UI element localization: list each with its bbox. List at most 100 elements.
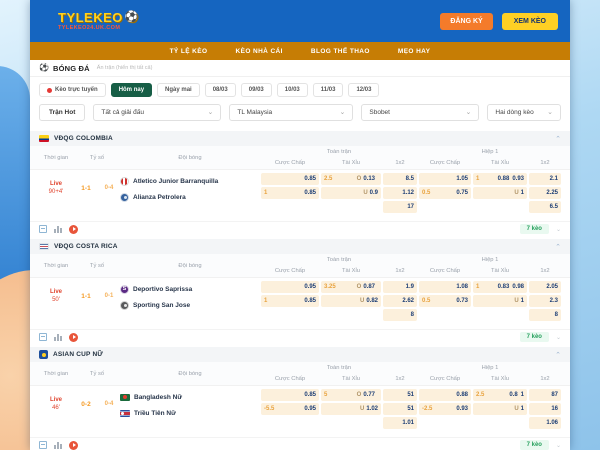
- odds-cell-h1-over[interactable]: 1 0.83 0.98: [473, 281, 527, 293]
- nav-item-keo-nha-cai[interactable]: KÈO NHÀ CÁI: [235, 48, 282, 55]
- more-odds-button[interactable]: 7 kèo: [519, 224, 549, 234]
- odds-cell-ft-under[interactable]: U 0.9: [321, 187, 381, 199]
- chevron-down-icon: ⌄: [207, 109, 214, 116]
- view-odds-button[interactable]: XEM KÈO: [501, 12, 558, 30]
- odds-cell-h1-over[interactable]: 2.5 0.8 1: [473, 389, 527, 401]
- bookmaker-select[interactable]: Sbobet ⌄: [361, 104, 480, 121]
- odds-cell-h1-1x2-home[interactable]: 87: [529, 389, 561, 401]
- h1-1x2-column: 2.05 2.3 8: [528, 280, 562, 327]
- odds-cell-h1-1x2-home[interactable]: 2.1: [529, 173, 561, 185]
- col-header-handicap: Cược Chấp: [274, 160, 306, 167]
- odds-cell-h1-1x2-draw[interactable]: 6.5: [529, 201, 561, 213]
- chevron-down-icon[interactable]: ⌄: [556, 226, 561, 233]
- match-score-secondary: 0-1: [104, 293, 114, 299]
- league-header[interactable]: VĐQG COLOMBIA ⌃: [30, 131, 570, 146]
- more-odds-button[interactable]: 7 kèo: [519, 440, 549, 450]
- away-team[interactable]: Sporting San Jose: [120, 300, 260, 310]
- home-team[interactable]: Atletico Junior Barranquilla: [120, 176, 260, 186]
- chevron-up-icon[interactable]: ⌃: [555, 135, 561, 143]
- odds-cell-h1-under[interactable]: U1: [473, 187, 527, 199]
- betting-site-page: TYLEKEO ⚽ TYLEKEO24.UK.COM ĐĂNG KÝ XEM KÈ…: [30, 0, 570, 450]
- odds-cell-h1-hcap-away[interactable]: -2.5 0.93: [419, 403, 471, 415]
- odds-cell-ft-1x2-away[interactable]: 1.12: [383, 187, 417, 199]
- odds-cell-ft-1x2-away[interactable]: 2.62: [383, 295, 417, 307]
- sport-section-bar: ⚽ BÓNG ĐÁ Ẩn trận (hiển thị tất cả): [30, 60, 570, 77]
- col-header-1x2: 1x2: [395, 160, 405, 167]
- chevron-up-icon[interactable]: ⌃: [555, 351, 561, 359]
- odds-type-select[interactable]: TL Malaysia ⌄: [229, 104, 354, 121]
- lineup-icon[interactable]: [39, 333, 47, 341]
- odds-cell-ft-1x2-home[interactable]: 8.5: [383, 173, 417, 185]
- odds-cell-h1-1x2-home[interactable]: 2.05: [529, 281, 561, 293]
- live-stream-icon[interactable]: [69, 224, 78, 234]
- home-team[interactable]: Deportivo Saprissa: [120, 284, 260, 294]
- match-score-secondary: 0-4: [104, 185, 114, 191]
- odds-cell-ft-1x2-home[interactable]: 51: [383, 389, 417, 401]
- league-header[interactable]: ASIAN CUP NỮ ⌃: [30, 347, 570, 362]
- hot-match-filter[interactable]: Trận Hot: [39, 104, 86, 121]
- league-select[interactable]: Tất cả giải đấu ⌄: [93, 104, 222, 121]
- odds-cell-ft-1x2-away[interactable]: 51: [383, 403, 417, 415]
- home-team[interactable]: Bangladesh Nữ: [120, 392, 260, 402]
- day-filter-tomorrow[interactable]: Ngày mai: [157, 83, 200, 97]
- odds-cell-ft-under[interactable]: U 1.02: [321, 403, 381, 415]
- odds-cell-ft-hcap-home[interactable]: 0.85: [261, 173, 319, 185]
- odds-cell-h1-1x2-draw[interactable]: 8: [529, 309, 561, 321]
- odds-cell-ft-1x2-draw[interactable]: 17: [383, 201, 417, 213]
- odds-cell-ft-over[interactable]: 5 O 0.77: [321, 389, 381, 401]
- odds-cell-h1-over[interactable]: 1 0.88 0.93: [473, 173, 527, 185]
- live-stream-icon[interactable]: [69, 332, 78, 342]
- odds-cell-ft-hcap-away[interactable]: -5.5 0.95: [261, 403, 319, 415]
- odds-cell-ft-1x2-home[interactable]: 1.9: [383, 281, 417, 293]
- chevron-up-icon[interactable]: ⌃: [555, 243, 561, 251]
- odds-cell-ft-hcap-away[interactable]: 1 0.85: [261, 295, 319, 307]
- league-header[interactable]: VĐQG COSTA RICA ⌃: [30, 239, 570, 254]
- odds-cell-ft-hcap-away[interactable]: 1 0.85: [261, 187, 319, 199]
- match-time: Live 46': [38, 388, 74, 420]
- lineup-icon[interactable]: [39, 441, 47, 449]
- odds-cell-h1-hcap-home[interactable]: 0.88: [419, 389, 471, 401]
- more-odds-button[interactable]: 7 kèo: [519, 332, 549, 342]
- stats-icon[interactable]: [54, 441, 62, 449]
- nav-item-ty-le-keo[interactable]: TỶ LỆ KÈO: [170, 48, 208, 55]
- odds-cell-ft-hcap-home[interactable]: 0.85: [261, 389, 319, 401]
- stats-icon[interactable]: [54, 225, 62, 233]
- signup-button[interactable]: ĐĂNG KÝ: [440, 12, 493, 30]
- day-filter-1203[interactable]: 12/03: [348, 83, 380, 97]
- team-crest-icon: [120, 284, 129, 294]
- odds-cell-ft-over[interactable]: 2.5 O 0.13: [321, 173, 381, 185]
- odds-cell-h1-1x2-away[interactable]: 2.3: [529, 295, 561, 307]
- chevron-down-icon[interactable]: ⌄: [556, 442, 561, 449]
- site-logo[interactable]: TYLEKEO ⚽ TYLEKEO24.UK.COM: [58, 11, 139, 31]
- nav-item-meo-hay[interactable]: MẸO HAY: [398, 48, 431, 55]
- odds-cell-h1-1x2-draw[interactable]: 1.06: [529, 417, 561, 429]
- odds-cell-h1-hcap-away[interactable]: 0.5 0.75: [419, 187, 471, 199]
- odds-cell-ft-hcap-home[interactable]: 0.95: [261, 281, 319, 293]
- odds-cell-ft-1x2-draw[interactable]: 1.01: [383, 417, 417, 429]
- day-filter-0803[interactable]: 08/03: [204, 83, 236, 97]
- nav-item-blog-the-thao[interactable]: BLOG THỂ THAO: [311, 48, 370, 55]
- live-odds-filter[interactable]: Kèo trực tuyến: [39, 83, 106, 97]
- lineup-icon[interactable]: [39, 225, 47, 233]
- live-stream-icon[interactable]: [69, 440, 78, 450]
- odds-cell-h1-hcap-away[interactable]: 0.5 0.73: [419, 295, 471, 307]
- odds-cell-h1-under[interactable]: U1: [473, 403, 527, 415]
- odds-cell-h1-under[interactable]: U1: [473, 295, 527, 307]
- odds-cell-h1-hcap-home[interactable]: 1.05: [419, 173, 471, 185]
- chevron-down-icon[interactable]: ⌄: [556, 334, 561, 341]
- odds-cell-h1-1x2-away[interactable]: 16: [529, 403, 561, 415]
- col-header-score: Tỷ số: [89, 262, 105, 269]
- day-filter-1103[interactable]: 11/03: [312, 83, 344, 97]
- odds-cell-ft-under[interactable]: U 0.82: [321, 295, 381, 307]
- day-filter-today[interactable]: Hôm nay: [110, 83, 153, 97]
- odds-cell-ft-over[interactable]: 3.25 O 0.87: [321, 281, 381, 293]
- odds-cell-h1-hcap-home[interactable]: 1.08: [419, 281, 471, 293]
- day-filter-0903[interactable]: 09/03: [240, 83, 272, 97]
- away-team[interactable]: Triều Tiên Nữ: [120, 408, 260, 418]
- lines-select[interactable]: Hai dòng kèo ⌄: [487, 104, 561, 121]
- away-team[interactable]: Alianza Petrolera: [120, 192, 260, 202]
- odds-cell-ft-1x2-draw[interactable]: 8: [383, 309, 417, 321]
- odds-cell-h1-1x2-away[interactable]: 2.25: [529, 187, 561, 199]
- day-filter-1003[interactable]: 10/03: [276, 83, 308, 97]
- stats-icon[interactable]: [54, 333, 62, 341]
